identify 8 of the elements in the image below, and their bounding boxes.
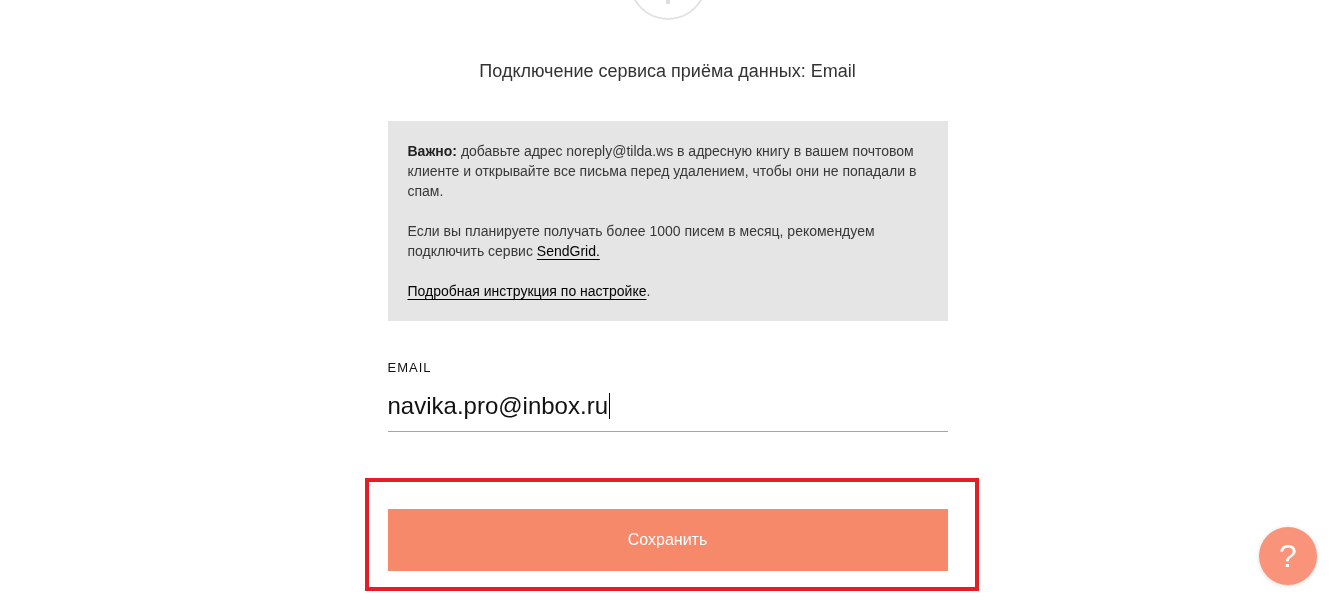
text-cursor — [609, 393, 610, 419]
notice-paragraph: Подробная инструкция по настройке. — [407, 282, 652, 301]
email-field[interactable]: navika.pro@inbox.ru — [387, 381, 948, 432]
page-title: Подключение сервиса приёма данных: Email — [479, 60, 856, 83]
field-label: EMAIL — [387, 360, 433, 376]
text-link[interactable]: SendGrid. — [536, 243, 600, 259]
notice-paragraph: Важно: добавьте адрес noreply@tilda.ws в адресную книгу в вашем почтовом клиенте и открывайте все письма перед удалением, чтобы они не попадали в спам. — [407, 142, 918, 201]
notice-paragraph: Если вы планируете получать более 1000 писем в месяц, рекомендуем подключить сервис SendGrid. — [407, 222, 876, 261]
